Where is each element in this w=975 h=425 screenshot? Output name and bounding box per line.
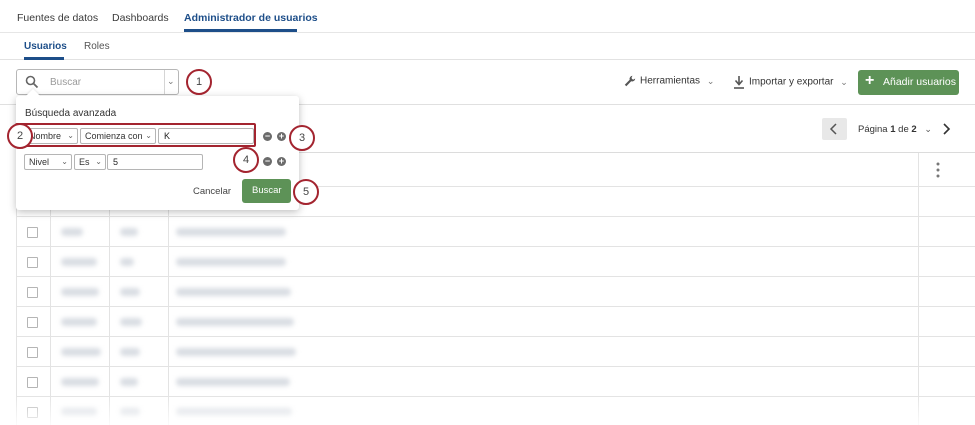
tab-dashboards[interactable]: Dashboards	[112, 12, 169, 24]
tab-users[interactable]: Usuarios	[24, 41, 67, 52]
row-checkbox[interactable]	[27, 347, 38, 358]
blurred-cell	[61, 318, 97, 326]
value-input-text: 5	[113, 157, 119, 167]
row-checkbox[interactable]	[27, 317, 38, 328]
tab-data-sources[interactable]: Fuentes de datos	[17, 12, 98, 24]
callout-4: 4	[233, 147, 259, 173]
blurred-cell	[120, 228, 138, 236]
table-row[interactable]	[16, 277, 975, 307]
value-input-row2[interactable]: 5	[107, 154, 203, 170]
bottom-fade	[0, 395, 975, 425]
page-selector[interactable]: Página 1 de 2 ⌄	[858, 124, 932, 135]
table-row[interactable]	[16, 247, 975, 277]
search-placeholder: Buscar	[50, 77, 82, 88]
import-export-label: Importar y exportar	[749, 76, 834, 88]
advanced-search-title: Búsqueda avanzada	[25, 108, 117, 119]
page-label-mid: de	[895, 124, 912, 135]
blurred-cell	[176, 348, 296, 356]
tab-user-admin[interactable]: Administrador de usuarios	[184, 12, 318, 24]
blurred-cell	[120, 348, 140, 356]
cancel-button[interactable]: Cancelar	[193, 186, 231, 197]
table-row[interactable]	[16, 337, 975, 367]
chevron-down-icon: ⌄	[95, 157, 102, 166]
blurred-cell	[61, 258, 97, 266]
blurred-cell	[176, 378, 290, 386]
row-checkbox[interactable]	[27, 227, 38, 238]
sub-nav: Usuarios Roles	[0, 33, 975, 60]
page-label-prefix: Página	[858, 124, 891, 135]
blurred-cell	[176, 228, 286, 236]
search-button[interactable]: Buscar	[242, 179, 291, 203]
chevron-down-icon: ⌄	[840, 76, 848, 87]
row-checkbox[interactable]	[27, 257, 38, 268]
field-select-value: Nivel	[29, 157, 50, 167]
callout-3: 3	[289, 125, 315, 151]
top-nav: Fuentes de datos Dashboards Administrado…	[0, 0, 975, 33]
operator-select-row2[interactable]: Es ⌄	[74, 154, 106, 170]
remove-row-icon[interactable]: −	[263, 132, 272, 141]
search-button-label: Buscar	[252, 185, 282, 196]
blurred-cell	[176, 288, 291, 296]
chevron-down-icon: ⌄	[706, 75, 715, 86]
add-users-button[interactable]: + Añadir usuarios	[858, 70, 959, 95]
blurred-cell	[176, 318, 294, 326]
plus-icon: +	[865, 72, 875, 89]
blurred-cell	[176, 258, 286, 266]
table-row[interactable]	[16, 307, 975, 337]
next-page-button[interactable]	[938, 121, 954, 137]
tools-label: Herramientas	[640, 75, 701, 87]
operator-select-value: Es	[79, 157, 90, 167]
blurred-cell	[61, 288, 99, 296]
field-select-row2[interactable]: Nivel ⌄	[24, 154, 72, 170]
blurred-cell	[61, 228, 83, 236]
chevron-down-icon: ⌄	[61, 157, 68, 166]
prev-page-button[interactable]	[822, 118, 847, 140]
active-tab-indicator	[184, 29, 297, 32]
callout-2: 2	[7, 123, 33, 149]
wrench-icon	[624, 75, 636, 87]
table-row[interactable]	[16, 217, 975, 247]
tools-menu[interactable]: Herramientas ⌄	[624, 75, 714, 87]
more-vertical-icon[interactable]	[936, 162, 940, 178]
callout-5: 5	[293, 179, 319, 205]
row-checkbox[interactable]	[27, 377, 38, 388]
row-checkbox[interactable]	[27, 287, 38, 298]
chevron-left-icon	[829, 123, 837, 135]
blurred-cell	[120, 378, 138, 386]
add-users-label: Añadir usuarios	[883, 76, 956, 88]
table-row[interactable]	[16, 367, 975, 397]
divider	[164, 70, 165, 94]
download-icon	[734, 76, 744, 89]
chevron-down-icon: ⌄	[924, 124, 932, 134]
search-input[interactable]: Buscar ⌄	[16, 69, 179, 95]
blurred-cell	[61, 348, 101, 356]
import-export-menu[interactable]: Importar y exportar ⌄	[733, 75, 848, 89]
blurred-cell	[120, 288, 140, 296]
highlight-box	[15, 123, 256, 147]
add-row-icon[interactable]: +	[277, 132, 286, 141]
callout-1: 1	[186, 69, 212, 95]
search-icon	[25, 75, 39, 89]
blurred-cell	[61, 378, 99, 386]
remove-row-icon[interactable]: −	[263, 157, 272, 166]
blurred-cell	[120, 258, 134, 266]
chevron-down-icon[interactable]: ⌄	[167, 76, 175, 87]
blurred-cell	[120, 318, 142, 326]
page-total: 2	[911, 124, 917, 135]
tab-roles[interactable]: Roles	[84, 41, 110, 52]
add-row-icon[interactable]: +	[277, 157, 286, 166]
